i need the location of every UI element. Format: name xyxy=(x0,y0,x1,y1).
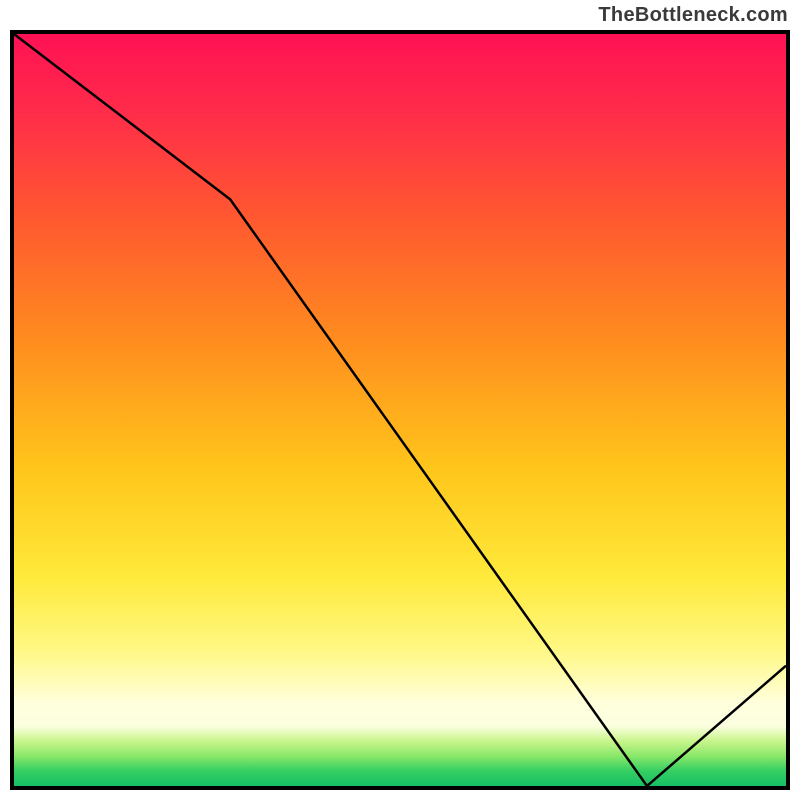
attribution-label: TheBottleneck.com xyxy=(598,4,788,27)
bottleneck-curve xyxy=(14,34,786,786)
curve-path xyxy=(14,34,786,786)
plot-area xyxy=(10,30,790,790)
chart-container: TheBottleneck.com xyxy=(0,0,800,800)
